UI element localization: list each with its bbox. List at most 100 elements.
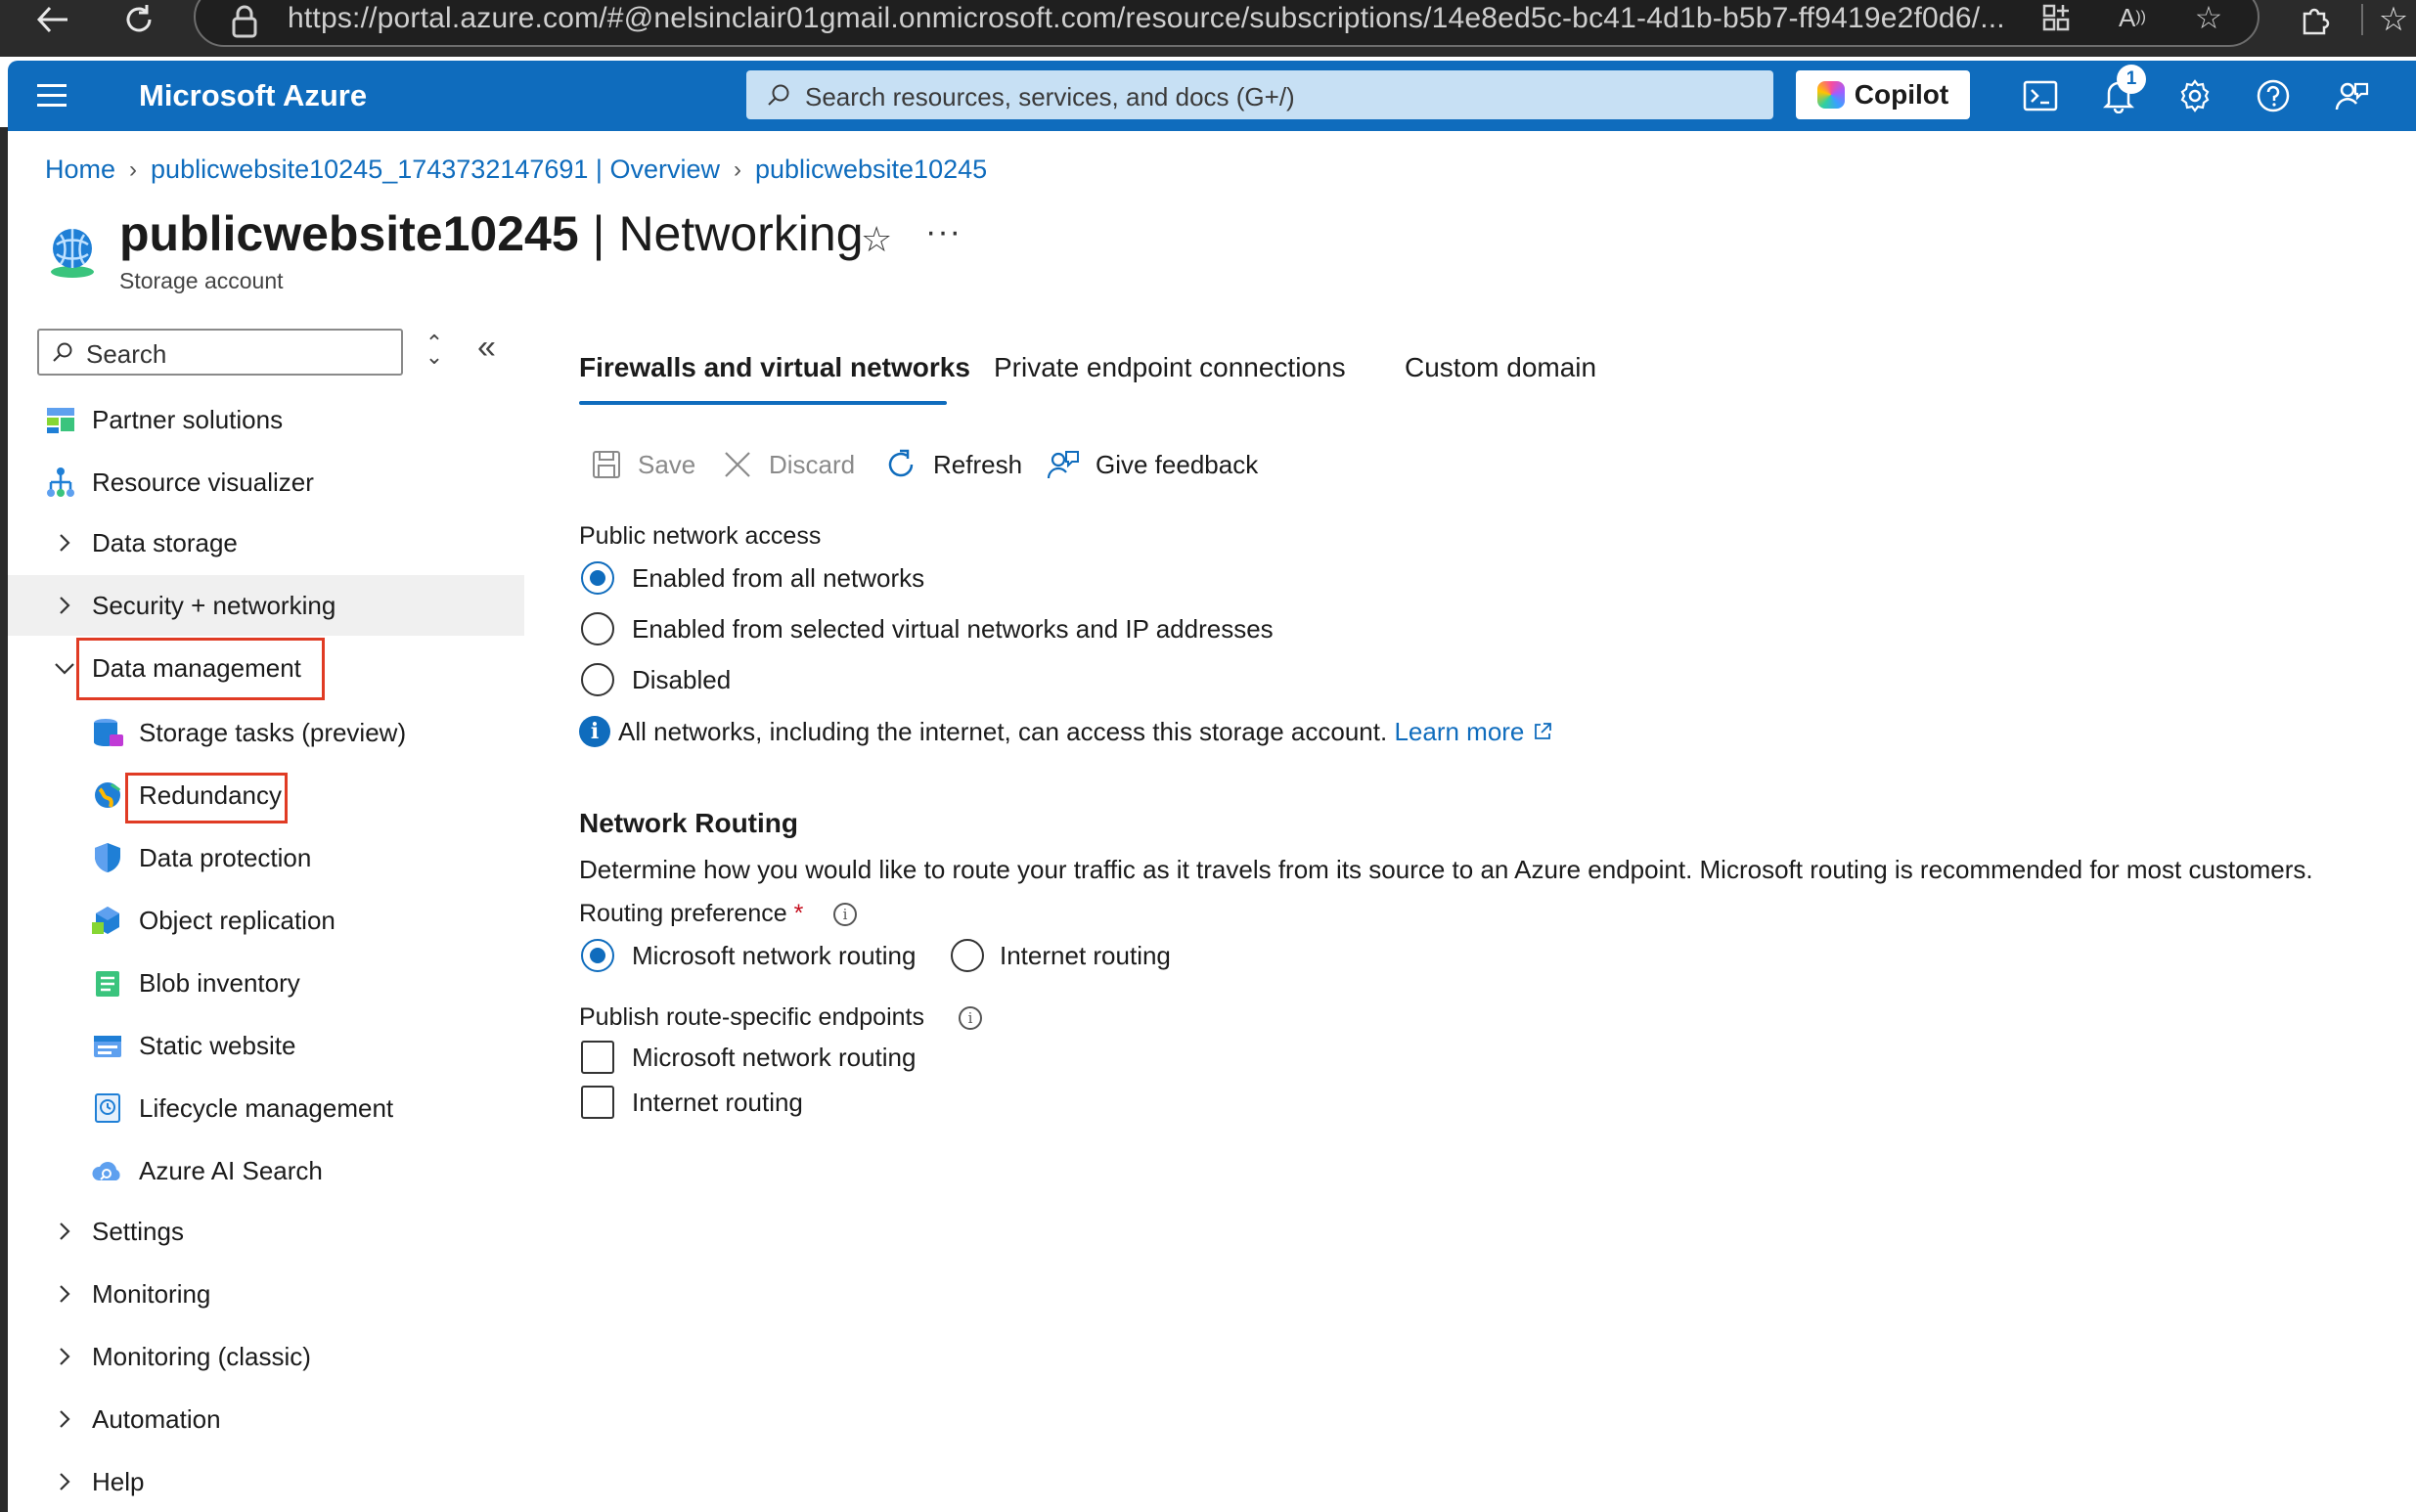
checkbox-publish-internet-routing[interactable] — [581, 1086, 614, 1119]
collapse-sidebar-icon[interactable]: « — [477, 329, 496, 367]
checkbox-label: Microsoft network routing — [632, 1043, 917, 1072]
learn-more-link[interactable]: Learn more — [1394, 717, 1524, 746]
sidebar-item-data-protection[interactable]: Data protection — [8, 827, 524, 888]
blob-inventory-icon — [96, 971, 119, 997]
sidebar-item-automation[interactable]: Automation — [8, 1389, 524, 1449]
copilot-icon — [1816, 81, 1845, 109]
sidebar-item-data-storage[interactable]: Data storage — [8, 512, 524, 573]
app-grid-icon[interactable] — [2035, 0, 2078, 39]
breadcrumb-storage-account[interactable]: publicwebsite10245 — [755, 155, 987, 185]
sidebar-item-label: Object replication — [139, 905, 336, 935]
highlight-box — [125, 773, 288, 823]
radio-enabled-selected-networks[interactable] — [581, 612, 614, 645]
sidebar-item-label: Security + networking — [92, 590, 336, 620]
chevron-right-icon — [60, 1410, 70, 1428]
resource-name: publicwebsite10245 — [119, 206, 579, 261]
give-feedback-button[interactable]: Give feedback — [1047, 442, 1258, 487]
sidebar-item-blob-inventory[interactable]: Blob inventory — [8, 953, 524, 1013]
tab-private-endpoints[interactable]: Private endpoint connections — [994, 352, 1346, 383]
breadcrumb-overview[interactable]: publicwebsite10245_1743732147691 | Overv… — [151, 155, 720, 185]
breadcrumb: Home › publicwebsite10245_1743732147691 … — [45, 155, 987, 185]
address-bar[interactable]: https://portal.azure.com/#@nelsinclair01… — [194, 0, 2259, 47]
tab-firewalls[interactable]: Firewalls and virtual networks — [579, 352, 970, 383]
sidebar-item-azure-ai-search[interactable]: Azure AI Search — [8, 1140, 524, 1201]
object-replication-icon — [92, 907, 119, 934]
breadcrumb-chevron-icon: › — [129, 156, 138, 183]
sidebar-item-security-networking[interactable]: Security + networking — [8, 575, 524, 636]
favorites-icon[interactable]: ☆ — [2371, 0, 2416, 39]
sidebar-item-lifecycle-management[interactable]: Lifecycle management — [8, 1078, 524, 1138]
checkbox-publish-microsoft-routing[interactable] — [581, 1041, 614, 1074]
radio-internet-routing[interactable] — [951, 939, 984, 972]
shield-icon — [95, 843, 120, 872]
refresh-button[interactable]: Refresh — [884, 442, 1022, 487]
sidebar-item-monitoring[interactable]: Monitoring — [8, 1264, 524, 1324]
discard-button[interactable]: Discard — [722, 442, 855, 487]
info-circle-icon[interactable]: i — [959, 1006, 982, 1030]
favorite-star-icon[interactable]: ☆ — [861, 219, 892, 260]
page-title: publicwebsite10245 | Networking — [119, 205, 864, 262]
window-edge — [0, 127, 8, 1512]
refresh-page-icon[interactable] — [112, 0, 166, 39]
settings-gear-icon[interactable] — [2175, 76, 2215, 115]
sidebar-item-monitoring-classic[interactable]: Monitoring (classic) — [8, 1326, 524, 1387]
tab-selected-indicator — [579, 401, 947, 405]
expand-collapse-all-icon[interactable]: ⌃ ⌄ — [423, 333, 446, 368]
favorite-star-icon[interactable]: ☆ — [2187, 0, 2230, 39]
chevron-right-icon — [60, 1348, 70, 1365]
help-icon[interactable] — [2254, 76, 2293, 115]
sidebar-item-label: Data protection — [139, 842, 312, 872]
radio-label: Disabled — [632, 665, 732, 694]
sidebar-item-object-replication[interactable]: Object replication — [8, 890, 524, 951]
sidebar-item-static-website[interactable]: Static website — [8, 1015, 524, 1076]
radio-microsoft-routing[interactable] — [581, 939, 614, 972]
chevron-right-icon — [60, 1285, 70, 1303]
discard-label: Discard — [769, 449, 856, 479]
sidebar-item-label: Monitoring (classic) — [92, 1341, 311, 1371]
azure-top-bar: Microsoft Azure Search resources, servic… — [8, 61, 2416, 131]
brand-name[interactable]: Microsoft Azure — [139, 78, 367, 113]
radio-disabled[interactable] — [581, 663, 614, 696]
read-aloud-icon[interactable]: A)) — [2111, 0, 2154, 39]
chevron-down-icon — [55, 663, 74, 675]
info-icon: i — [579, 716, 610, 747]
back-arrow-icon[interactable] — [25, 0, 80, 39]
refresh-label: Refresh — [933, 449, 1023, 479]
sidebar-search-placeholder: Search — [86, 339, 167, 369]
sidebar-search-input[interactable]: Search — [37, 329, 403, 376]
tab-custom-domain[interactable]: Custom domain — [1405, 352, 1596, 383]
cloud-search-icon — [92, 1162, 120, 1180]
resource-type: Storage account — [119, 268, 284, 293]
checkbox-label: Internet routing — [632, 1088, 803, 1117]
url-text: https://portal.azure.com/#@nelsinclair01… — [288, 2, 2005, 34]
sidebar-item-resource-visualizer[interactable]: Resource visualizer — [8, 452, 524, 512]
routing-preference-label: Routing preference * — [579, 900, 803, 928]
more-options-icon[interactable]: ··· — [925, 213, 962, 251]
sidebar-item-label: Blob inventory — [139, 967, 300, 998]
title-separator: | — [578, 206, 619, 261]
redundancy-globe-icon — [95, 782, 121, 808]
sidebar-item-partner-solutions[interactable]: Partner solutions — [8, 389, 524, 450]
chevron-right-icon — [60, 597, 70, 614]
extensions-icon[interactable] — [2287, 0, 2342, 39]
info-circle-icon[interactable]: i — [833, 903, 857, 926]
partner-solutions-icon — [47, 408, 74, 433]
feedback-icon[interactable] — [2332, 76, 2371, 115]
sidebar-item-label: Resource visualizer — [92, 467, 314, 497]
menu-icon[interactable] — [37, 84, 67, 108]
sidebar-item-settings[interactable]: Settings — [8, 1201, 524, 1262]
sidebar-item-help[interactable]: Help — [8, 1451, 524, 1512]
global-search-input[interactable]: Search resources, services, and docs (G+… — [746, 70, 1773, 119]
sidebar-item-label: Help — [92, 1466, 145, 1496]
sidebar-item-storage-tasks[interactable]: Storage tasks (preview) — [8, 702, 524, 763]
search-icon — [53, 342, 72, 362]
sidebar-item-label: Static website — [139, 1030, 296, 1060]
save-button[interactable]: Save — [591, 442, 695, 487]
sidebar-item-label: Partner solutions — [92, 404, 284, 434]
copilot-button[interactable]: Copilot — [1796, 70, 1970, 119]
chevron-right-icon — [60, 1223, 70, 1240]
notification-count-badge: 1 — [2117, 65, 2146, 94]
breadcrumb-home[interactable]: Home — [45, 155, 115, 185]
cloud-shell-icon[interactable] — [2021, 76, 2060, 115]
radio-enabled-all-networks[interactable] — [581, 561, 614, 595]
